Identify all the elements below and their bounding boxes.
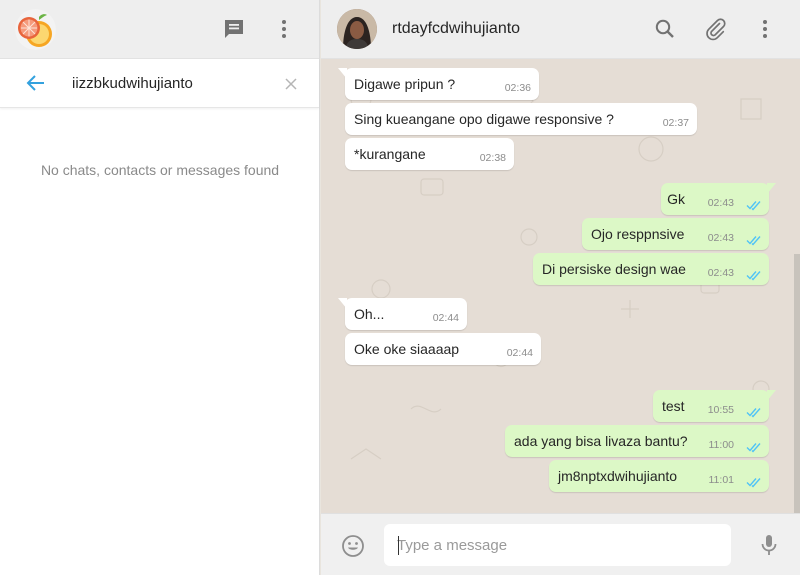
- search-input[interactable]: [72, 71, 272, 95]
- message-list[interactable]: Digawe pripun ? 02:36 Sing kueangane opo…: [321, 59, 800, 513]
- search-icon[interactable]: [653, 17, 677, 41]
- message-time: 11:01: [708, 474, 735, 486]
- message-time: 02:43: [707, 267, 734, 279]
- message-input[interactable]: [384, 524, 731, 566]
- message-incoming[interactable]: Oke oke siaaaap 02:44: [345, 333, 541, 365]
- message-incoming[interactable]: Sing kueangane opo digawe responsive ? 0…: [345, 103, 697, 135]
- message-text: Gk: [667, 191, 685, 207]
- message-text: Ojo resppnsive: [591, 226, 685, 242]
- bubble-tail: [767, 390, 776, 401]
- bubble-tail: [338, 68, 347, 79]
- message-outgoing[interactable]: test 10:55: [653, 390, 776, 422]
- sidebar-header: [0, 0, 319, 59]
- sidebar: No chats, contacts or messages found: [0, 0, 320, 575]
- smiley-icon[interactable]: [341, 534, 365, 558]
- chat-scrollbar[interactable]: [794, 254, 800, 513]
- message-time: 02:44: [506, 347, 533, 359]
- message-text: Di persiske design wae: [542, 261, 686, 277]
- message-text: ada yang bisa livaza bantu?: [514, 433, 688, 449]
- paperclip-icon[interactable]: [703, 17, 727, 41]
- message-time: 11:00: [708, 439, 735, 451]
- message-incoming[interactable]: Oh... 02:44: [338, 298, 467, 330]
- double-check-icon: [746, 443, 761, 453]
- text-caret: [398, 536, 399, 555]
- message-outgoing[interactable]: Di persiske design wae 02:43: [533, 253, 769, 285]
- message-text: jm8nptxdwihujianto: [558, 468, 678, 484]
- more-vertical-icon[interactable]: [272, 17, 296, 41]
- conversation-panel: rtdayfcdwihujianto Digawe pripun ? 02:36…: [321, 0, 800, 575]
- chat-icon[interactable]: [222, 17, 246, 41]
- message-time: 10:55: [707, 404, 734, 416]
- message-text: Digawe pripun ?: [354, 76, 456, 92]
- message-composer: [321, 513, 800, 575]
- message-time: 02:44: [432, 312, 459, 324]
- message-time: 02:43: [707, 197, 734, 209]
- microphone-icon[interactable]: [757, 533, 781, 557]
- message-incoming[interactable]: Digawe pripun ? 02:36: [338, 68, 539, 100]
- message-text: test: [662, 398, 685, 414]
- message-time: 02:43: [707, 232, 734, 244]
- double-check-icon: [746, 236, 761, 246]
- double-check-icon: [746, 271, 761, 281]
- message-text: Oh...: [354, 306, 385, 322]
- contact-avatar[interactable]: [337, 9, 377, 49]
- message-time: 02:36: [504, 82, 531, 94]
- contact-name[interactable]: rtdayfcdwihujianto: [392, 20, 520, 38]
- message-text: Sing kueangane opo digawe responsive ?: [354, 111, 614, 127]
- message-outgoing[interactable]: jm8nptxdwihujianto 11:01: [549, 460, 769, 492]
- grapefruit-avatar-icon[interactable]: [15, 9, 56, 50]
- double-check-icon: [746, 408, 761, 418]
- message-time: 02:37: [662, 117, 689, 129]
- arrow-left-icon[interactable]: [24, 71, 48, 95]
- message-outgoing[interactable]: ada yang bisa livaza bantu? 11:00: [505, 425, 769, 457]
- message-outgoing[interactable]: Ojo resppnsive 02:43: [582, 218, 769, 250]
- message-outgoing[interactable]: Gk 02:43: [661, 183, 776, 215]
- conversation-header: rtdayfcdwihujianto: [321, 0, 800, 59]
- message-text: *kurangane: [354, 146, 426, 162]
- empty-search-message: No chats, contacts or messages found: [40, 162, 280, 178]
- double-check-icon: [746, 478, 761, 488]
- message-text: Oke oke siaaaap: [354, 341, 460, 357]
- message-incoming[interactable]: *kurangane 02:38: [345, 138, 514, 170]
- close-icon[interactable]: [282, 75, 300, 93]
- bubble-tail: [338, 298, 347, 309]
- more-vertical-icon[interactable]: [753, 17, 777, 41]
- double-check-icon: [746, 201, 761, 211]
- bubble-tail: [767, 183, 776, 194]
- message-time: 02:38: [479, 152, 506, 164]
- search-bar: [0, 59, 319, 108]
